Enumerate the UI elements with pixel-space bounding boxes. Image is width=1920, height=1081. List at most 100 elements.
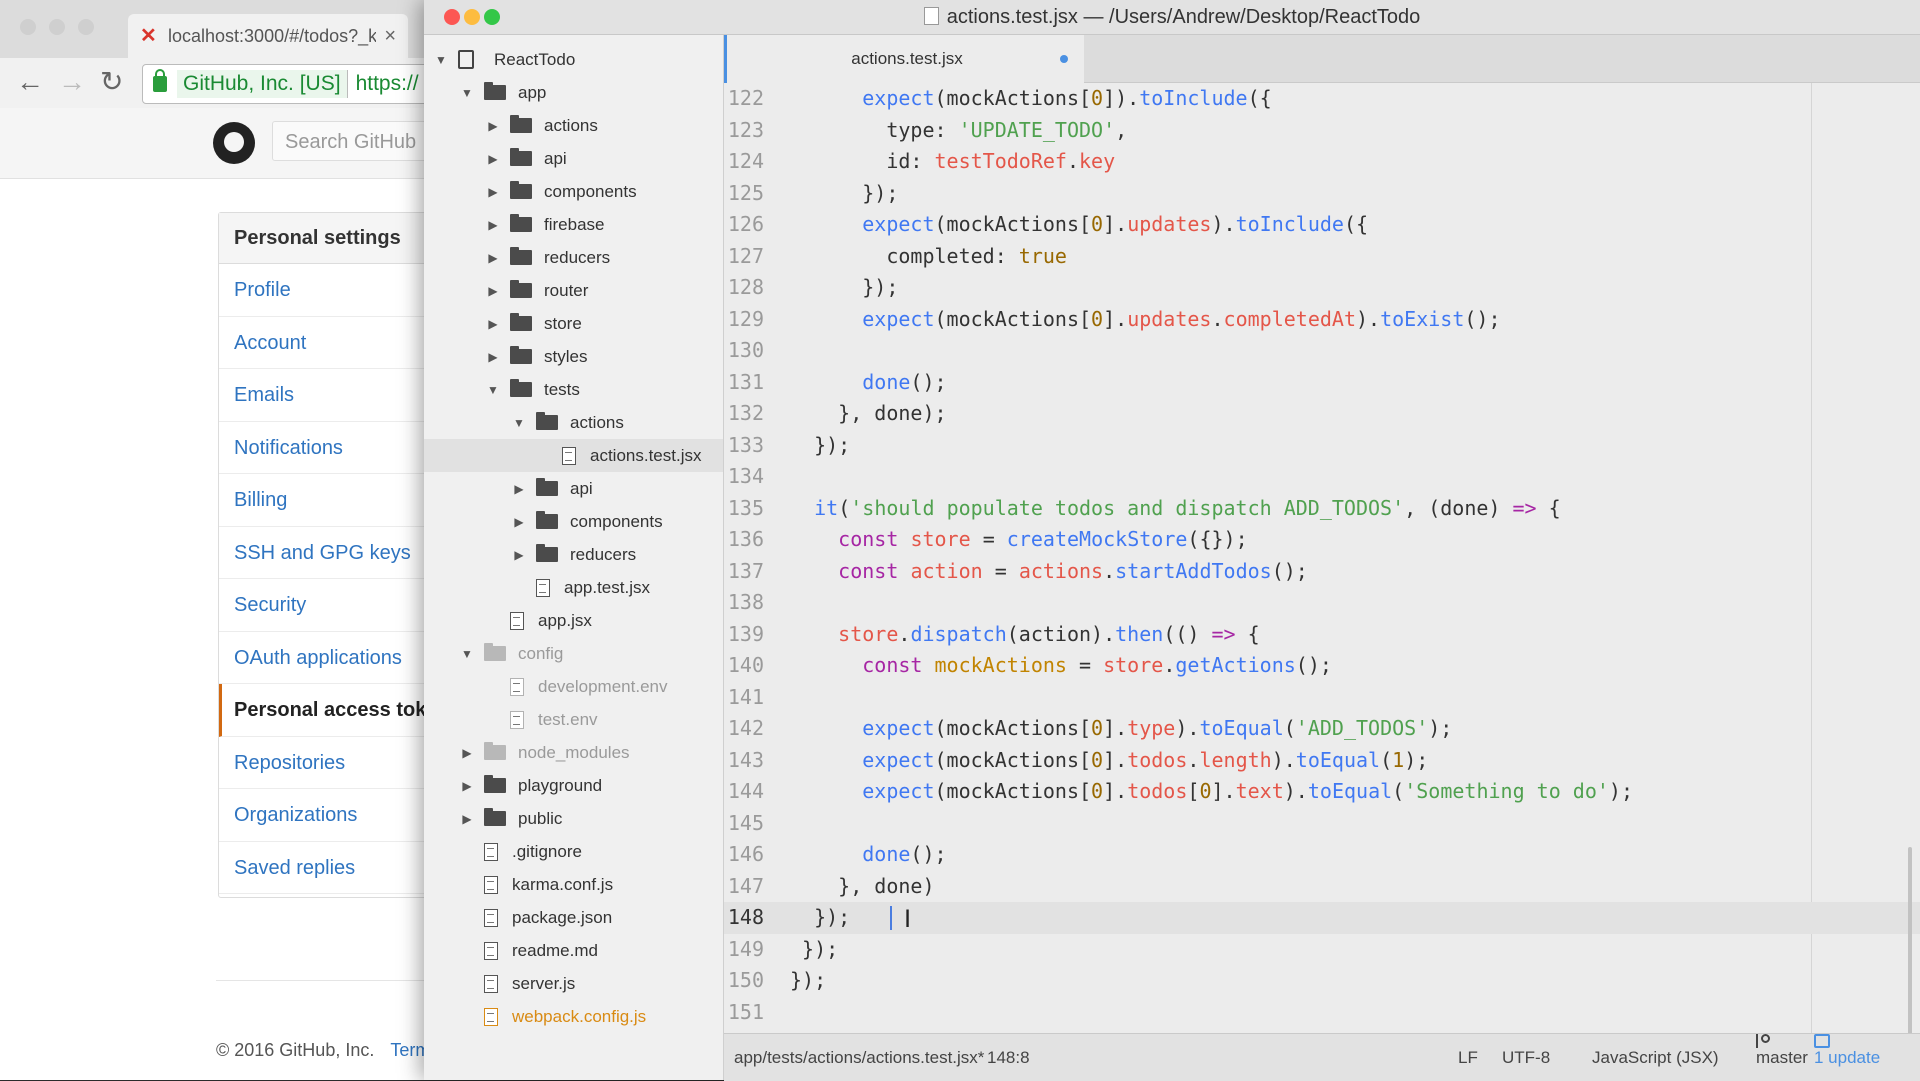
- chevron-down-icon[interactable]: ▼: [512, 416, 526, 430]
- tree-item-styles[interactable]: ▶ styles: [424, 340, 723, 373]
- chevron-right-icon[interactable]: ▶: [486, 119, 500, 133]
- forward-arrow-icon[interactable]: →: [58, 66, 86, 98]
- browser-close-button[interactable]: [20, 19, 36, 35]
- tree-item-actions[interactable]: ▶ actions: [424, 109, 723, 142]
- line-number[interactable]: 124: [724, 146, 764, 178]
- chevron-right-icon[interactable]: ▶: [486, 350, 500, 364]
- line-number[interactable]: 139: [724, 619, 764, 651]
- line-number[interactable]: 147: [724, 871, 764, 903]
- line-number[interactable]: 149: [724, 934, 764, 966]
- code-line[interactable]: 123 type: 'UPDATE_TODO',: [724, 115, 1920, 147]
- line-number[interactable]: 144: [724, 776, 764, 808]
- code-line[interactable]: 145: [724, 808, 1920, 840]
- browser-minimize-button[interactable]: [49, 19, 65, 35]
- chevron-right-icon[interactable]: ▶: [512, 515, 526, 529]
- status-file-path[interactable]: app/tests/actions/actions.test.jsx*: [734, 1034, 984, 1081]
- code-line[interactable]: 148 }); I: [724, 902, 1920, 934]
- tree-item-router[interactable]: ▶ router: [424, 274, 723, 307]
- tab-actions-test-jsx[interactable]: actions.test.jsx: [724, 35, 1084, 83]
- back-arrow-icon[interactable]: ←: [16, 66, 44, 98]
- settings-nav-item-billing[interactable]: Billing: [219, 474, 459, 527]
- tree-item-readme-md[interactable]: readme.md: [424, 934, 723, 967]
- code-line[interactable]: 135 it('should populate todos and dispat…: [724, 493, 1920, 525]
- browser-tab[interactable]: ✕ localhost:3000/#/todos?_k ×: [128, 14, 408, 58]
- line-number[interactable]: 145: [724, 808, 764, 840]
- code-line[interactable]: 136 const store = createMockStore({});: [724, 524, 1920, 556]
- chevron-down-icon[interactable]: ▼: [460, 647, 474, 661]
- tree-item-node-modules[interactable]: ▶ node_modules: [424, 736, 723, 769]
- line-number[interactable]: 130: [724, 335, 764, 367]
- code-line[interactable]: 149 });: [724, 934, 1920, 966]
- chevron-right-icon[interactable]: ▶: [486, 317, 500, 331]
- code-editor[interactable]: 122 expect(mockActions[0]).toInclude({12…: [724, 83, 1920, 1033]
- code-line[interactable]: 144 expect(mockActions[0].todos[0].text)…: [724, 776, 1920, 808]
- chevron-right-icon[interactable]: ▶: [460, 746, 474, 760]
- chevron-right-icon[interactable]: ▶: [486, 185, 500, 199]
- line-number[interactable]: 126: [724, 209, 764, 241]
- reload-icon[interactable]: ↻: [100, 66, 123, 98]
- chevron-down-icon[interactable]: ▼: [460, 86, 474, 100]
- code-line[interactable]: 147 }, done): [724, 871, 1920, 903]
- chevron-right-icon[interactable]: ▶: [460, 779, 474, 793]
- code-line[interactable]: 131 done();: [724, 367, 1920, 399]
- tree-item-tests[interactable]: ▼ tests: [424, 373, 723, 406]
- line-number[interactable]: 129: [724, 304, 764, 336]
- code-line[interactable]: 122 expect(mockActions[0]).toInclude({: [724, 83, 1920, 115]
- settings-nav-item-account[interactable]: Account: [219, 317, 459, 369]
- settings-nav-item-profile[interactable]: Profile: [219, 264, 459, 317]
- code-line[interactable]: 124 id: testTodoRef.key: [724, 146, 1920, 178]
- line-number[interactable]: 132: [724, 398, 764, 430]
- tree-item-public[interactable]: ▶ public: [424, 802, 723, 835]
- settings-nav-item-ssh-and-gpg-keys[interactable]: SSH and GPG keys: [219, 527, 459, 579]
- chevron-right-icon[interactable]: ▶: [486, 284, 500, 298]
- chevron-right-icon[interactable]: ▶: [486, 218, 500, 232]
- chevron-right-icon[interactable]: ▶: [512, 482, 526, 496]
- tab-close-icon[interactable]: ×: [384, 25, 396, 48]
- status-line-ending[interactable]: LF: [1458, 1034, 1478, 1081]
- line-number[interactable]: 141: [724, 682, 764, 714]
- chevron-down-icon[interactable]: ▼: [434, 53, 448, 67]
- code-line[interactable]: 140 const mockActions = store.getActions…: [724, 650, 1920, 682]
- line-number[interactable]: 136: [724, 524, 764, 556]
- tree-item-package-json[interactable]: package.json: [424, 901, 723, 934]
- tree-item-components[interactable]: ▶ components: [424, 175, 723, 208]
- tree-item-server-js[interactable]: server.js: [424, 967, 723, 1000]
- settings-nav-item-organizations[interactable]: Organizations: [219, 789, 459, 842]
- status-cursor-position[interactable]: 148:8: [987, 1034, 1030, 1081]
- code-line[interactable]: 151: [724, 997, 1920, 1029]
- chevron-right-icon[interactable]: ▶: [460, 812, 474, 826]
- code-line[interactable]: 142 expect(mockActions[0].type).toEqual(…: [724, 713, 1920, 745]
- chevron-right-icon[interactable]: ▶: [486, 251, 500, 265]
- code-line[interactable]: 129 expect(mockActions[0].updates.comple…: [724, 304, 1920, 336]
- tree-item-karma-conf-js[interactable]: karma.conf.js: [424, 868, 723, 901]
- code-line[interactable]: 127 completed: true: [724, 241, 1920, 273]
- code-line[interactable]: 133 });: [724, 430, 1920, 462]
- tree-item-development-env[interactable]: development.env: [424, 670, 723, 703]
- line-number[interactable]: 137: [724, 556, 764, 588]
- settings-nav-item-security[interactable]: Security: [219, 579, 459, 632]
- line-number[interactable]: 140: [724, 650, 764, 682]
- tree-item-firebase[interactable]: ▶ firebase: [424, 208, 723, 241]
- settings-nav-item-oauth-applications[interactable]: OAuth applications: [219, 632, 459, 684]
- code-line[interactable]: 130: [724, 335, 1920, 367]
- modified-indicator-icon[interactable]: [1060, 55, 1068, 63]
- code-line[interactable]: 139 store.dispatch(action).then(() => {: [724, 619, 1920, 651]
- line-number[interactable]: 127: [724, 241, 764, 273]
- line-number[interactable]: 125: [724, 178, 764, 210]
- line-number[interactable]: 148: [724, 902, 764, 934]
- line-number[interactable]: 138: [724, 587, 764, 619]
- line-number[interactable]: 131: [724, 367, 764, 399]
- line-number[interactable]: 122: [724, 83, 764, 115]
- browser-zoom-button[interactable]: [78, 19, 94, 35]
- code-line[interactable]: 126 expect(mockActions[0].updates).toInc…: [724, 209, 1920, 241]
- settings-nav-item-emails[interactable]: Emails: [219, 369, 459, 422]
- chevron-down-icon[interactable]: ▼: [486, 383, 500, 397]
- code-line[interactable]: 143 expect(mockActions[0].todos.length).…: [724, 745, 1920, 777]
- tree-item-api[interactable]: ▶ api: [424, 142, 723, 175]
- settings-nav-item-repositories[interactable]: Repositories: [219, 737, 459, 789]
- tree-item-components[interactable]: ▶ components: [424, 505, 723, 538]
- line-number[interactable]: 123: [724, 115, 764, 147]
- code-line[interactable]: 134: [724, 461, 1920, 493]
- window-close-button[interactable]: [444, 9, 460, 25]
- chevron-right-icon[interactable]: ▶: [486, 152, 500, 166]
